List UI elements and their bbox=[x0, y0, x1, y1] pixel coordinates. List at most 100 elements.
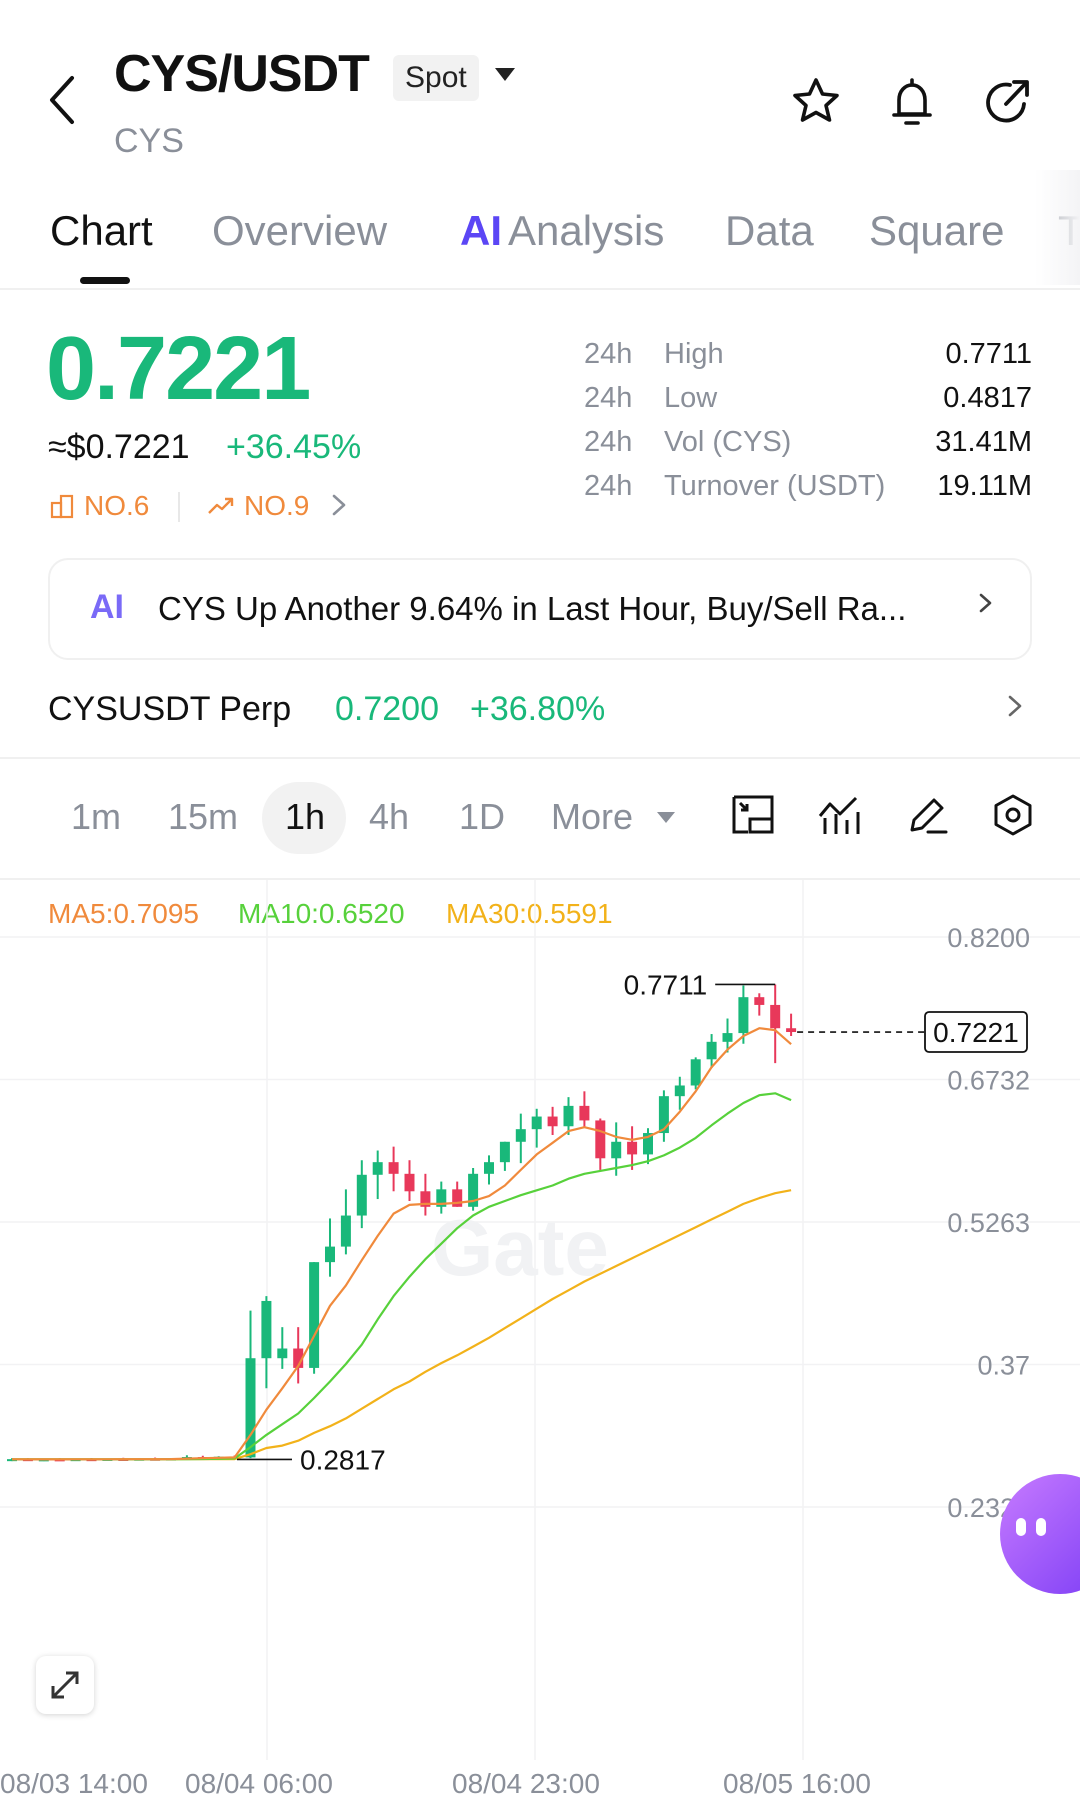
candles bbox=[7, 984, 797, 1462]
ai-news-banner[interactable]: AI CYS Up Another 9.64% in Last Hour, Bu… bbox=[48, 558, 1032, 660]
tab-square[interactable]: Square bbox=[869, 207, 1004, 255]
back-button[interactable] bbox=[44, 70, 84, 130]
interval-1h[interactable]: 1h bbox=[285, 796, 325, 838]
share-icon bbox=[986, 80, 1029, 123]
interval-more[interactable]: More bbox=[551, 796, 633, 838]
perp-name[interactable]: CYSUSDT Perp bbox=[48, 690, 291, 729]
stat-label: Turnover (USDT) bbox=[664, 470, 886, 502]
candle-body bbox=[515, 1129, 526, 1142]
back-arrow-icon bbox=[50, 76, 74, 124]
candle-body bbox=[245, 1358, 256, 1458]
settings-hexagon-icon bbox=[994, 794, 1032, 836]
market-type-badge[interactable]: Spot bbox=[393, 55, 479, 101]
high-marker-label: 0.7711 bbox=[624, 969, 708, 1000]
low-marker-label: 0.2817 bbox=[300, 1444, 386, 1475]
bar-rank-icon bbox=[50, 494, 74, 519]
stat-value: 31.41M bbox=[935, 426, 1032, 458]
trend-up-icon bbox=[208, 497, 234, 514]
ma10-line bbox=[12, 1092, 792, 1461]
last-price: 0.7221 bbox=[46, 319, 311, 419]
star-icon bbox=[793, 78, 839, 122]
stat-volume: 24h Vol (CYS) 31.41M bbox=[584, 426, 1034, 470]
stat-turnover: 24h Turnover (USDT) 19.11M bbox=[584, 470, 1034, 514]
chart-mode-button[interactable] bbox=[730, 792, 776, 838]
candle-body bbox=[595, 1120, 606, 1159]
stat-period: 24h bbox=[584, 470, 633, 502]
tab-data[interactable]: Data bbox=[725, 207, 814, 255]
stat-value: 0.4817 bbox=[943, 382, 1032, 414]
last-price-label: 0.7221 bbox=[933, 1017, 1019, 1048]
pair-title[interactable]: CYS/USDT bbox=[114, 44, 370, 104]
tab-active-indicator bbox=[80, 277, 130, 284]
assistant-bot-button[interactable] bbox=[1000, 1474, 1080, 1594]
candle-body bbox=[627, 1141, 638, 1155]
candle-body bbox=[579, 1105, 590, 1121]
candlestick-chart[interactable]: Gate 0.82000.67320.52630.370.2327 08/03 … bbox=[0, 880, 1080, 1811]
x-axis: 08/03 14:00 08/04 06:00 08/04 23:00 08/05 1… bbox=[0, 1768, 871, 1799]
tab-bar: Chart Overview AIAnalysis Data Square T bbox=[0, 195, 1080, 290]
expand-arrows-icon bbox=[51, 1671, 79, 1699]
indicator-icon bbox=[818, 796, 860, 834]
candle-body bbox=[786, 1028, 797, 1033]
candle-body bbox=[484, 1162, 494, 1174]
tabs-fade bbox=[1035, 170, 1080, 285]
candle-body bbox=[547, 1116, 558, 1127]
ma-lines bbox=[12, 1027, 792, 1461]
y-tick-label: 0.37 bbox=[977, 1351, 1030, 1381]
tab-chart[interactable]: Chart bbox=[50, 207, 153, 255]
chevron-right-icon[interactable] bbox=[330, 490, 348, 528]
perp-change: +36.80% bbox=[470, 690, 606, 728]
change-percent: +36.45% bbox=[226, 428, 362, 466]
alert-button[interactable] bbox=[882, 72, 942, 132]
stat-label: Low bbox=[664, 382, 718, 414]
bell-icon bbox=[892, 78, 932, 125]
candle-body bbox=[372, 1162, 383, 1175]
favorite-button[interactable] bbox=[786, 72, 846, 132]
chart-settings-button[interactable] bbox=[990, 792, 1036, 838]
candle-body bbox=[277, 1348, 288, 1359]
x-tick-label: 08/05 16:00 bbox=[723, 1768, 871, 1799]
candle-body bbox=[738, 997, 749, 1034]
tab-analysis[interactable]: AI Analysis bbox=[460, 207, 664, 255]
candle-body bbox=[356, 1174, 367, 1216]
candle-body bbox=[690, 1059, 701, 1086]
interval-4h[interactable]: 4h bbox=[369, 796, 409, 838]
divider bbox=[0, 757, 1080, 759]
interval-15m[interactable]: 15m bbox=[168, 796, 238, 838]
rank-badge-2[interactable]: NO.9 bbox=[206, 490, 309, 522]
caret-down-icon[interactable] bbox=[495, 68, 515, 81]
tab-overview[interactable]: Overview bbox=[212, 207, 387, 255]
stat-low: 24h Low 0.4817 bbox=[584, 382, 1034, 426]
rank-badge-1[interactable]: NO.6 bbox=[50, 490, 149, 522]
candle-body bbox=[754, 997, 765, 1005]
share-button[interactable] bbox=[978, 72, 1038, 132]
candle-body bbox=[531, 1116, 542, 1130]
expand-chart-button[interactable] bbox=[36, 1656, 94, 1714]
interval-1m[interactable]: 1m bbox=[71, 796, 121, 838]
candle-body bbox=[722, 1033, 733, 1042]
chevron-right-icon[interactable] bbox=[1006, 690, 1024, 730]
candle-body bbox=[340, 1215, 351, 1247]
candle-body bbox=[261, 1300, 272, 1359]
x-tick-label: 08/03 14:00 bbox=[0, 1768, 148, 1799]
y-tick-label: 0.6732 bbox=[947, 1065, 1030, 1095]
watermark-logo: Gate bbox=[431, 1203, 609, 1292]
candle-body bbox=[706, 1041, 717, 1060]
stats-panel: 24h High 0.7711 24h Low 0.4817 24h Vol (… bbox=[584, 338, 1034, 514]
candle-body bbox=[404, 1173, 415, 1192]
caret-down-icon[interactable] bbox=[657, 812, 675, 823]
ai-icon: AI bbox=[460, 207, 502, 254]
candle-body bbox=[563, 1105, 574, 1127]
interval-1d[interactable]: 1D bbox=[459, 796, 505, 838]
y-tick-label: 0.8200 bbox=[947, 923, 1030, 953]
stat-label: High bbox=[664, 338, 724, 370]
x-tick-label: 08/04 23:00 bbox=[452, 1768, 600, 1799]
stat-value: 0.7711 bbox=[945, 338, 1032, 370]
rank-separator bbox=[178, 492, 180, 522]
candle-body bbox=[325, 1246, 335, 1263]
drawing-button[interactable] bbox=[904, 792, 950, 838]
candle-body bbox=[499, 1141, 510, 1163]
rank-1-label: NO.6 bbox=[84, 490, 150, 521]
stat-label: Vol (CYS) bbox=[664, 426, 792, 458]
indicators-button[interactable] bbox=[816, 792, 862, 838]
